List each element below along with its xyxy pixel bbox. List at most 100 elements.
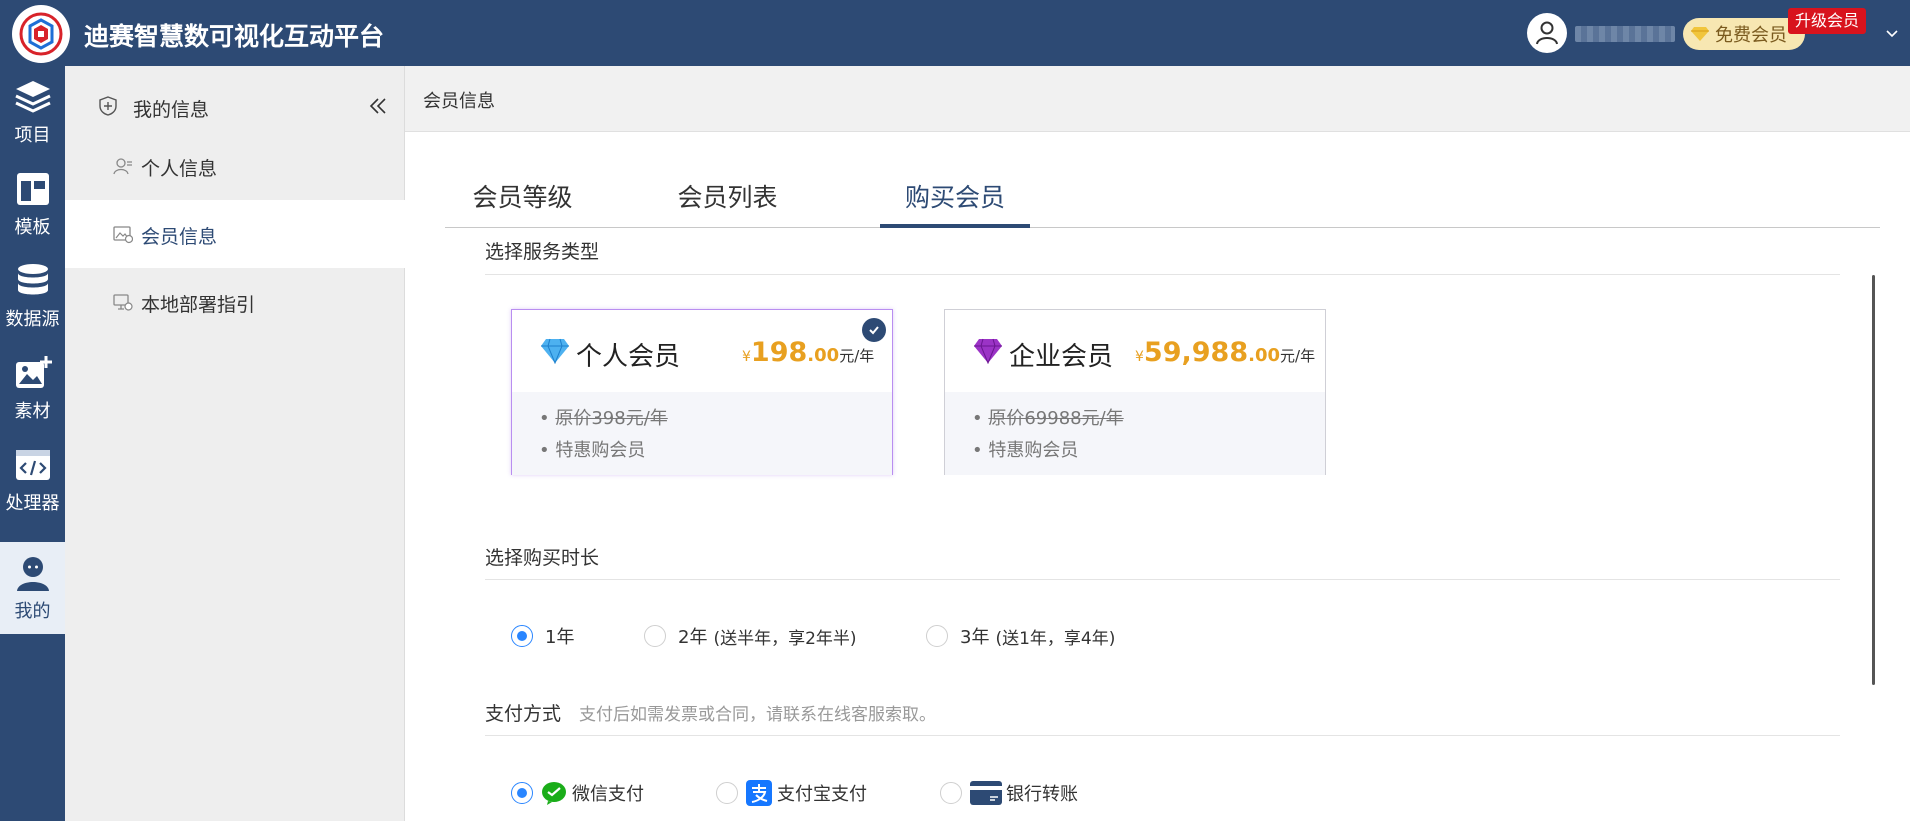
price-decimal: .00 bbox=[1248, 345, 1281, 366]
bank-card-icon bbox=[970, 781, 1002, 805]
code-icon bbox=[15, 450, 50, 480]
feature-original-price: • 原价69988元/年 bbox=[972, 408, 1124, 429]
duration-option-2y[interactable]: 2年 (送半年，享2年半) bbox=[644, 621, 857, 651]
member-badge-label: 免费会员 bbox=[1715, 25, 1787, 46]
feature-original-price: • 原价398元/年 bbox=[539, 408, 668, 429]
payment-option-bank[interactable]: 银行转账 bbox=[940, 778, 1078, 808]
price-integer: 198 bbox=[750, 337, 808, 368]
user-avatar-icon bbox=[1536, 21, 1558, 45]
radio-button[interactable] bbox=[511, 625, 533, 647]
secondary-sidebar: 我的信息 个人信息 会员信息 本地部署指引 bbox=[65, 66, 405, 821]
option-label: 3年 bbox=[960, 627, 990, 648]
image-add-icon bbox=[15, 356, 52, 388]
sidebar-item-label: 会员信息 bbox=[141, 226, 218, 248]
plan-price: ¥59,988.00元/年 bbox=[1135, 337, 1315, 368]
plan-card-personal[interactable]: 个人会员 ¥198.00元/年 • 原价398元/年 • 特惠购会员 bbox=[511, 309, 893, 475]
section-divider bbox=[485, 579, 1840, 580]
user-icon bbox=[16, 557, 49, 591]
rail-item-material[interactable]: 素材 bbox=[0, 342, 65, 434]
price-currency: ¥ bbox=[1135, 349, 1144, 365]
tab-bar: 会员等级 会员列表 购买会员 bbox=[445, 160, 1880, 228]
plan-name: 个人会员 bbox=[576, 342, 681, 372]
card-header: 企业会员 ¥59,988.00元/年 bbox=[945, 310, 1325, 392]
tab-label: 购买会员 bbox=[904, 183, 1005, 212]
price-unit: 元/年 bbox=[839, 347, 875, 365]
diamond-icon bbox=[974, 338, 1002, 364]
payment-option-alipay[interactable]: 支付宝支付 bbox=[716, 778, 867, 808]
radio-button[interactable] bbox=[511, 782, 533, 804]
vertical-scrollbar[interactable] bbox=[1872, 275, 1875, 685]
collapse-double-chevron-icon[interactable] bbox=[368, 96, 388, 116]
payment-title-text: 支付方式 bbox=[485, 703, 562, 725]
tab-member-level[interactable]: 会员等级 bbox=[445, 160, 600, 228]
app-title: 迪赛智慧数可视化互动平台 bbox=[84, 22, 385, 51]
breadcrumb: 会员信息 bbox=[405, 66, 1910, 132]
sidebar-item-personal-info[interactable]: 个人信息 bbox=[65, 132, 405, 200]
radio-button[interactable] bbox=[644, 625, 666, 647]
rail-label: 素材 bbox=[14, 401, 51, 422]
option-label: 支付宝支付 bbox=[777, 784, 867, 805]
rail-item-project[interactable]: 项目 bbox=[0, 66, 65, 158]
logo-icon bbox=[19, 12, 63, 56]
option-note: (送1年，享4年) bbox=[995, 628, 1116, 649]
option-label: 微信支付 bbox=[572, 784, 644, 805]
tab-label: 会员列表 bbox=[677, 183, 778, 212]
payment-option-wechat[interactable]: 微信支付 bbox=[511, 778, 644, 808]
layers-icon bbox=[14, 81, 51, 113]
card-features: • 原价69988元/年 • 特惠购会员 bbox=[945, 392, 1325, 475]
feature-discount: • 特惠购会员 bbox=[539, 440, 646, 461]
user-name-blurred[interactable] bbox=[1575, 26, 1675, 42]
gem-icon bbox=[1691, 27, 1709, 41]
duration-option-3y[interactable]: 3年 (送1年，享4年) bbox=[926, 621, 1115, 651]
rail-label: 数据源 bbox=[5, 309, 60, 330]
sidebar-item-local-deploy[interactable]: 本地部署指引 bbox=[65, 268, 405, 336]
card-features: • 原价398元/年 • 特惠购会员 bbox=[512, 392, 892, 475]
sidebar-header: 我的信息 bbox=[65, 86, 405, 126]
section-divider bbox=[485, 735, 1840, 736]
rail-item-datasource[interactable]: 数据源 bbox=[0, 250, 65, 342]
rail-label: 我的 bbox=[14, 601, 51, 622]
sidebar-item-label: 本地部署指引 bbox=[141, 294, 256, 316]
price-currency: ¥ bbox=[742, 349, 751, 365]
radio-button[interactable] bbox=[940, 782, 962, 804]
price-integer: 59,988 bbox=[1143, 337, 1249, 368]
payment-hint: 支付后如需发票或合同，请联系在线客服索取。 bbox=[579, 705, 937, 725]
person-card-icon bbox=[113, 158, 132, 175]
card-header: 个人会员 ¥198.00元/年 bbox=[512, 310, 892, 392]
rail-label: 项目 bbox=[14, 125, 51, 146]
sidebar-title: 我的信息 bbox=[133, 99, 210, 121]
radio-button[interactable] bbox=[716, 782, 738, 804]
member-card-icon bbox=[113, 226, 133, 244]
wechat-pay-icon bbox=[542, 782, 566, 805]
section-duration-title: 选择购买时长 bbox=[485, 547, 600, 569]
rail-label: 处理器 bbox=[5, 493, 60, 514]
rail-item-mine[interactable]: 我的 bbox=[0, 542, 65, 634]
rail-item-processor[interactable]: 处理器 bbox=[0, 434, 65, 526]
alipay-icon bbox=[746, 780, 772, 806]
chevron-down-icon[interactable] bbox=[1884, 26, 1900, 42]
sidebar-item-member-info[interactable]: 会员信息 bbox=[65, 200, 405, 268]
user-avatar[interactable] bbox=[1527, 13, 1567, 53]
template-icon bbox=[16, 173, 49, 205]
check-icon bbox=[869, 326, 879, 335]
shield-plus-icon bbox=[99, 96, 117, 116]
tab-member-list[interactable]: 会员列表 bbox=[650, 160, 805, 228]
database-icon bbox=[17, 264, 48, 295]
section-payment-title: 支付方式 支付后如需发票或合同，请联系在线客服索取。 bbox=[485, 699, 936, 726]
price-decimal: .00 bbox=[807, 345, 840, 366]
sidebar-item-label: 个人信息 bbox=[141, 158, 218, 180]
app-logo[interactable] bbox=[12, 5, 70, 63]
plan-card-enterprise[interactable]: 企业会员 ¥59,988.00元/年 • 原价69988元/年 • 特惠购会员 bbox=[944, 309, 1326, 475]
rail-item-template[interactable]: 模板 bbox=[0, 158, 65, 250]
upgrade-member-button[interactable]: 升级会员 bbox=[1788, 8, 1867, 34]
member-badge[interactable]: 免费会员 bbox=[1683, 18, 1805, 50]
option-label: 2年 bbox=[678, 627, 708, 648]
feature-discount: • 特惠购会员 bbox=[972, 440, 1079, 461]
duration-option-1y[interactable]: 1年 bbox=[511, 621, 574, 651]
price-unit: 元/年 bbox=[1280, 347, 1316, 365]
tab-label: 会员等级 bbox=[472, 183, 573, 212]
tab-buy-member[interactable]: 购买会员 bbox=[880, 160, 1030, 228]
deploy-icon bbox=[113, 294, 133, 311]
section-divider bbox=[485, 274, 1840, 275]
radio-button[interactable] bbox=[926, 625, 948, 647]
